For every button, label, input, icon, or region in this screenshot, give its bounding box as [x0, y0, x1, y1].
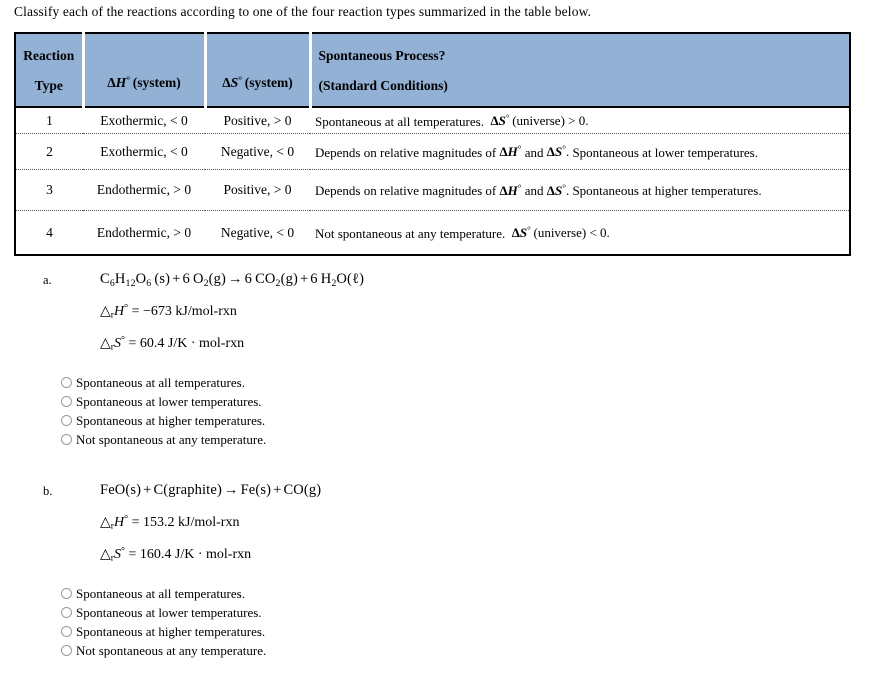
radio-icon[interactable] — [61, 607, 72, 618]
question-a-equation: C6H12O6 (s) +6 O2(g) → 6 CO2(g) +6 H2O(ℓ) — [100, 271, 365, 289]
radio-icon[interactable] — [61, 434, 72, 445]
radio-icon[interactable] — [61, 415, 72, 426]
reaction-types-table: Reaction Type ΔH° (system) ΔS° (system) … — [14, 32, 851, 256]
table-header-row: Reaction Type ΔH° (system) ΔS° (system) … — [15, 33, 850, 107]
question-b-delta-h: △rH° = 153.2 kJ/mol-rxn — [100, 514, 240, 532]
question-a-delta-s-value: 60.4 J/K · mol-rxn — [139, 336, 245, 352]
cell-delta-s: Positive, > 0 — [205, 108, 310, 134]
header-reaction-type-line2: Type — [34, 77, 63, 93]
table-row: 1 Exothermic, < 0 Positive, > 0 Spontane… — [15, 108, 850, 134]
radio-icon[interactable] — [61, 645, 72, 656]
option-spontaneous-all[interactable]: Spontaneous at all temperatures. — [61, 373, 266, 392]
header-spontaneous-line2: (Standard Conditions) — [318, 77, 448, 93]
option-spontaneous-lower[interactable]: Spontaneous at lower temperatures. — [61, 392, 266, 411]
header-spontaneous-process: Spontaneous Process? (Standard Condition… — [310, 33, 850, 107]
question-b-options: Spontaneous at all temperatures. Spontan… — [61, 584, 266, 660]
radio-icon[interactable] — [61, 377, 72, 388]
cell-delta-h: Endothermic, > 0 — [83, 169, 205, 211]
cell-delta-s: Positive, > 0 — [205, 169, 310, 211]
cell-type: 4 — [15, 210, 83, 255]
question-b-delta-s-value: 160.4 J/K · mol-rxn — [139, 547, 252, 563]
option-not-spontaneous[interactable]: Not spontaneous at any temperature. — [61, 430, 266, 449]
question-a-label: a. — [43, 273, 52, 287]
question-a-options: Spontaneous at all temperatures. Spontan… — [61, 373, 266, 449]
question-a-delta-h: △rH° = −673 kJ/mol-rxn — [100, 303, 237, 321]
cell-delta-s: Negative, < 0 — [205, 210, 310, 255]
cell-delta-h: Exothermic, < 0 — [83, 133, 205, 170]
cell-spontaneity: Spontaneous at all temperatures. ΔS° (un… — [310, 108, 850, 134]
header-reaction-type-line1: Reaction — [23, 47, 75, 63]
question-b-label: b. — [43, 484, 53, 498]
question-b-equation: FeO(s) + C(graphite) → Fe(s) + CO(g) — [100, 482, 322, 498]
header-spontaneous-line1: Spontaneous Process? — [318, 47, 446, 63]
header-reaction-type: Reaction Type — [15, 33, 85, 107]
option-spontaneous-all[interactable]: Spontaneous at all temperatures. — [61, 584, 266, 603]
radio-icon[interactable] — [61, 626, 72, 637]
option-spontaneous-lower[interactable]: Spontaneous at lower temperatures. — [61, 603, 266, 622]
option-spontaneous-higher[interactable]: Spontaneous at higher temperatures. — [61, 622, 266, 641]
table-row: 4 Endothermic, > 0 Negative, < 0 Not spo… — [15, 210, 850, 255]
table-row: 3 Endothermic, > 0 Positive, > 0 Depends… — [15, 169, 850, 211]
cell-spontaneity: Not spontaneous at any temperature. ΔS° … — [310, 210, 850, 255]
cell-type: 3 — [15, 169, 83, 211]
cell-delta-h: Exothermic, < 0 — [83, 108, 205, 134]
table-row: 2 Exothermic, < 0 Negative, < 0 Depends … — [15, 133, 850, 170]
question-b-delta-h-value: 153.2 kJ/mol-rxn — [143, 515, 240, 531]
question-a-delta-h-value: −673 kJ/mol-rxn — [143, 304, 237, 320]
cell-spontaneity: Depends on relative magnitudes of ΔH° an… — [310, 133, 850, 170]
radio-icon[interactable] — [61, 396, 72, 407]
option-spontaneous-higher[interactable]: Spontaneous at higher temperatures. — [61, 411, 266, 430]
cell-spontaneity: Depends on relative magnitudes of ΔH° an… — [310, 169, 850, 211]
option-not-spontaneous[interactable]: Not spontaneous at any temperature. — [61, 641, 266, 660]
page-title: Classify each of the reactions according… — [14, 4, 592, 19]
radio-icon[interactable] — [61, 588, 72, 599]
cell-type: 2 — [15, 133, 83, 170]
header-delta-s: ΔS° (system) — [205, 33, 312, 107]
question-a-delta-s: △rS° = 60.4 J/K · mol-rxn — [100, 335, 245, 353]
question-b-delta-s: △rS° = 160.4 J/K · mol-rxn — [100, 546, 252, 564]
cell-delta-h: Endothermic, > 0 — [83, 210, 205, 255]
cell-type: 1 — [15, 108, 83, 134]
header-delta-h: ΔH° (system) — [83, 33, 207, 107]
cell-delta-s: Negative, < 0 — [205, 133, 310, 170]
